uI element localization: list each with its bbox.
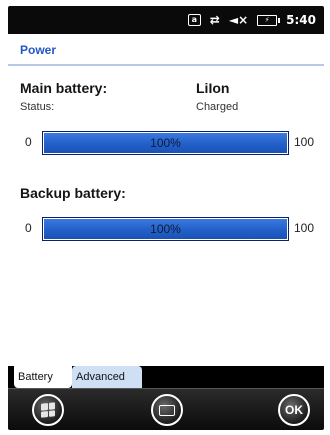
tab-strip: Battery Advanced [8, 366, 324, 388]
keyboard-icon [159, 404, 175, 416]
keyboard-status-icon[interactable]: a [187, 14, 201, 26]
main-battery-status-label: Status: [20, 101, 55, 113]
tab-battery[interactable]: Battery [14, 366, 72, 388]
backup-battery-scale-max: 100 [294, 221, 315, 235]
main-battery-scale-max: 100 [294, 135, 315, 149]
clock[interactable]: 5:40 [286, 13, 316, 27]
battery-charging-icon[interactable]: ⚡ [257, 14, 281, 26]
sync-arrows-icon[interactable]: ⇄ [210, 13, 220, 27]
windows-start-icon [41, 402, 55, 418]
main-battery-status-value: Charged [196, 101, 239, 113]
main-battery-type: LiIon [196, 80, 230, 96]
softkey-bar: OK [8, 388, 324, 430]
power-content: Main battery: LiIon Status: Charged 0 10… [8, 68, 324, 366]
speaker-muted-icon[interactable]: ◄× [229, 13, 248, 27]
main-battery-bar: 100% [42, 131, 289, 155]
status-bar: a ⇄ ◄× ⚡ 5:40 [8, 6, 324, 34]
tab-advanced[interactable]: Advanced [72, 366, 142, 388]
ok-button[interactable]: OK [278, 394, 310, 426]
main-battery-label: Main battery: [20, 80, 108, 96]
keyboard-button[interactable] [151, 394, 183, 426]
title-bar: Power [8, 34, 324, 66]
backup-battery-bar: 100% [42, 217, 289, 241]
main-battery-percent: 100% [150, 136, 181, 150]
main-battery-scale-min: 0 [25, 135, 32, 149]
backup-battery-label: Backup battery: [20, 185, 126, 201]
backup-battery-percent: 100% [150, 222, 181, 236]
page-title: Power [20, 43, 57, 57]
backup-battery-scale-min: 0 [25, 221, 32, 235]
start-button[interactable] [32, 394, 64, 426]
status-icons: a ⇄ ◄× ⚡ 5:40 [187, 6, 316, 34]
device-screen: a ⇄ ◄× ⚡ 5:40 Power Main battery: LiIon … [8, 6, 324, 430]
